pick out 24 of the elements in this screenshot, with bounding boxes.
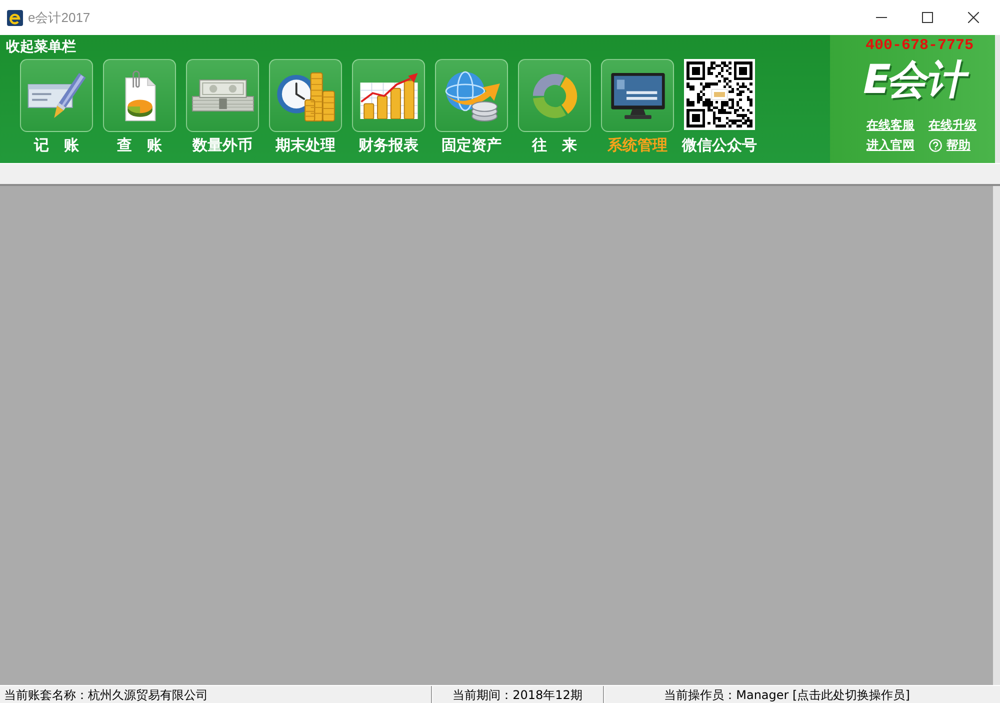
banknotes-icon bbox=[192, 79, 254, 112]
brand-logo: E会计 bbox=[858, 58, 972, 102]
minimize-icon bbox=[876, 17, 886, 18]
app-logo-icon bbox=[7, 10, 23, 26]
check-and-pen-icon bbox=[26, 72, 86, 118]
header-link[interactable]: 进入官网 bbox=[866, 138, 914, 153]
bar-chart-icon bbox=[360, 72, 418, 118]
help-link[interactable]: 帮助 bbox=[928, 138, 976, 153]
hotline-number: 400-678-7775 bbox=[865, 38, 974, 54]
maximize-icon bbox=[922, 12, 932, 23]
close-icon bbox=[968, 12, 978, 23]
help-icon bbox=[928, 139, 942, 152]
monitor-icon bbox=[610, 72, 664, 118]
segmented-ring-icon bbox=[532, 72, 578, 118]
status-text[interactable]: 当前操作员：Manager [点击此处切换操作员] bbox=[664, 686, 910, 702]
clock-and-coins-icon bbox=[276, 70, 336, 122]
status-text: 当前期间：2018年12期 bbox=[452, 686, 582, 702]
header-link[interactable]: 在线客服 bbox=[866, 118, 914, 133]
status-text: 当前账套名称：杭州久源贸易有限公司 bbox=[4, 686, 208, 702]
qr-code bbox=[684, 59, 755, 130]
wechat-label: 微信公众号 bbox=[682, 137, 757, 154]
collapse-menu-button[interactable]: 收起菜单栏 bbox=[6, 40, 76, 55]
header-link[interactable]: 在线升级 bbox=[928, 118, 976, 133]
window-title: e会计2017 bbox=[28, 8, 90, 26]
